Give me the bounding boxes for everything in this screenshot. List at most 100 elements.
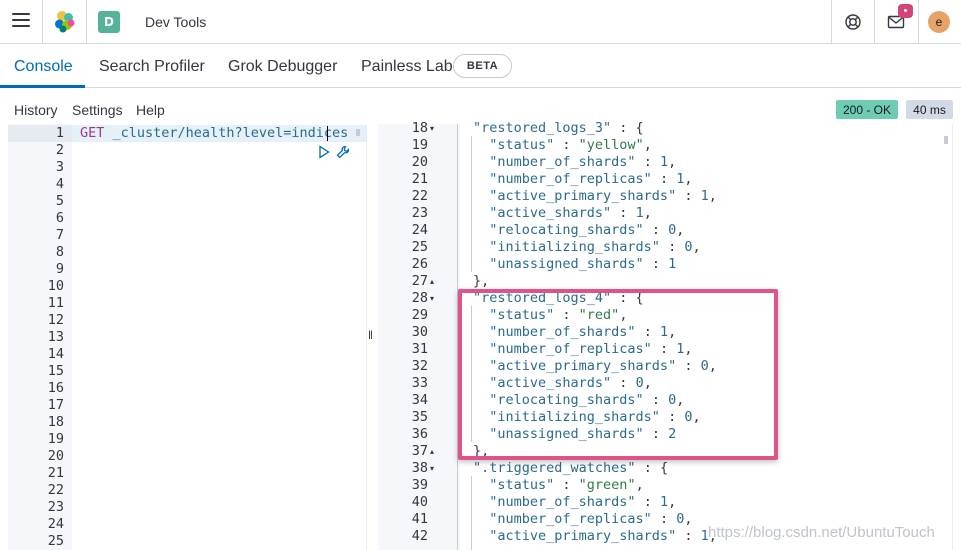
wrench-icon[interactable] xyxy=(335,144,351,160)
panel-resizer[interactable]: ‖ xyxy=(368,328,373,342)
response-line-number: 36 xyxy=(411,426,428,442)
fold-toggle-icon[interactable]: ▴ xyxy=(430,443,434,460)
request-line-number: 4 xyxy=(55,176,64,192)
tab-grok-debugger[interactable]: Grok Debugger xyxy=(228,58,337,76)
response-code-line: "status" : "green", xyxy=(473,477,644,494)
settings-link[interactable]: Settings xyxy=(72,102,123,118)
json-rest: : { xyxy=(635,460,669,476)
request-line-number: 8 xyxy=(55,244,64,260)
fold-toggle-icon[interactable]: ▾ xyxy=(430,120,434,137)
request-line-number: 5 xyxy=(55,193,64,209)
play-icon[interactable] xyxy=(318,145,330,159)
elastic-logo-icon[interactable] xyxy=(53,10,77,34)
request-line-number: 23 xyxy=(47,499,64,515)
json-num: 1 xyxy=(659,494,669,510)
annotation-highlight-box xyxy=(458,289,778,460)
json-key: "status" xyxy=(473,477,555,493)
header-divider xyxy=(918,0,919,44)
response-code-line: "active_shards" : 1, xyxy=(473,205,652,222)
response-line-number: 18 xyxy=(411,120,428,136)
response-line-number: 37 xyxy=(411,443,428,459)
watermark-text: https://blog.csdn.net/UbuntuTouch xyxy=(708,524,935,541)
json-num: 1 xyxy=(700,188,709,204)
json-key: "number_of_shards" xyxy=(473,154,636,170)
json-rest: : xyxy=(635,154,660,170)
space-avatar[interactable]: D xyxy=(98,11,120,33)
request-line-number: 19 xyxy=(47,431,64,447)
menu-icon[interactable] xyxy=(12,13,30,29)
json-num: 1 xyxy=(635,205,644,221)
json-num: 0 xyxy=(668,222,677,238)
request-scroll-marker xyxy=(356,129,360,136)
json-rest: : xyxy=(635,494,660,510)
request-line-number: 7 xyxy=(55,227,64,243)
request-url: _cluster/health?level=indices xyxy=(112,125,349,141)
response-line-number: 34 xyxy=(411,392,428,408)
json-key: "relocating_shards" xyxy=(473,222,644,238)
json-key: "number_of_replicas" xyxy=(473,171,652,187)
response-line-number: 22 xyxy=(411,188,428,204)
json-key: "unassigned_shards" xyxy=(473,256,644,272)
fold-toggle-icon[interactable]: ▴ xyxy=(430,273,434,290)
response-line-number: 19 xyxy=(411,137,428,153)
response-line-number: 26 xyxy=(411,256,428,272)
history-link[interactable]: History xyxy=(14,102,58,118)
json-tail: , xyxy=(643,137,652,153)
request-editor-text[interactable]: GET _cluster/health?level=indices xyxy=(80,125,348,142)
help-link[interactable]: Help xyxy=(136,102,165,118)
response-time-badge: 40 ms xyxy=(906,100,953,119)
request-editor-border xyxy=(366,124,367,550)
json-key: "initializing_shards" xyxy=(473,239,660,255)
response-scroll-marker xyxy=(944,136,948,144)
fold-toggle-icon[interactable]: ▾ xyxy=(430,290,434,307)
request-line-number: 2 xyxy=(55,142,64,158)
tab-console[interactable]: Console xyxy=(14,58,73,76)
indent-guide xyxy=(471,476,472,550)
fold-toggle-icon[interactable]: ▾ xyxy=(430,460,434,477)
response-line-number: 33 xyxy=(411,375,428,391)
response-code-line: "active_primary_shards" : 1, xyxy=(473,528,717,545)
response-line-number: 20 xyxy=(411,154,428,170)
response-code-line: "relocating_shards" : 0, xyxy=(473,222,684,239)
response-line-number: 40 xyxy=(411,494,428,510)
request-line-number: 21 xyxy=(47,465,64,481)
response-code-line: }, xyxy=(473,273,489,290)
response-line-number: 42 xyxy=(411,528,428,544)
response-line-number: 25 xyxy=(411,239,428,255)
header-divider xyxy=(86,0,87,44)
help-lifebuoy-icon[interactable] xyxy=(843,12,863,32)
json-rest: : xyxy=(676,528,701,544)
json-rest: : xyxy=(676,188,701,204)
tab-painless-lab[interactable]: Painless Lab xyxy=(361,58,453,76)
json-tail: , xyxy=(684,511,693,527)
response-code-line: "status" : "yellow", xyxy=(473,137,652,154)
request-line-number: 13 xyxy=(47,329,64,345)
request-line-number: 25 xyxy=(47,533,64,549)
tab-search-profiler[interactable]: Search Profiler xyxy=(99,58,205,76)
response-code-line: "initializing_shards" : 0, xyxy=(473,239,701,256)
json-tail: , xyxy=(668,154,677,170)
user-avatar[interactable]: e xyxy=(928,11,950,33)
json-tail: , xyxy=(668,494,677,510)
response-line-number: 41 xyxy=(411,511,428,527)
request-line-number: 9 xyxy=(55,261,64,277)
json-num: 1 xyxy=(659,154,669,170)
response-line-number: 24 xyxy=(411,222,428,238)
json-key: "number_of_replicas" xyxy=(473,511,652,527)
request-line-number: 11 xyxy=(47,295,64,311)
json-key: "number_of_shards" xyxy=(473,494,636,510)
request-line-number: 15 xyxy=(47,363,64,379)
header-divider xyxy=(42,0,43,44)
response-line-number: 29 xyxy=(411,307,428,323)
response-code-line: "number_of_shards" : 1, xyxy=(473,154,676,171)
json-tail: , xyxy=(635,477,644,493)
json-key: ".triggered_watches" xyxy=(473,460,636,476)
header-divider xyxy=(831,0,832,44)
json-key: "restored_logs_3" xyxy=(473,120,612,136)
response-line-number: 32 xyxy=(411,358,428,374)
response-line-number: 27 xyxy=(411,273,428,289)
json-tail: , xyxy=(692,239,701,255)
json-rest: : xyxy=(611,205,636,221)
request-line-number: 3 xyxy=(55,159,64,175)
response-editor-border xyxy=(952,124,953,550)
